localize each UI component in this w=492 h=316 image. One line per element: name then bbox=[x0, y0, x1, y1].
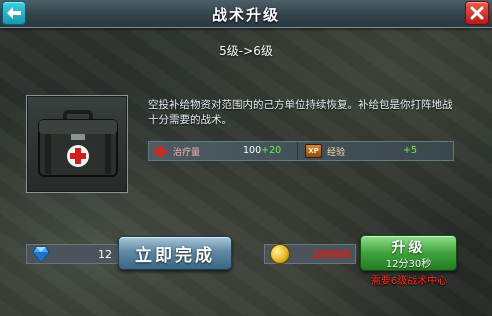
heal-icon bbox=[154, 145, 167, 158]
page-title: 战术升级 bbox=[211, 6, 280, 24]
tactic-description: 空投补给物资对范围内的己方单位持续恢复。补给包是你打阵地战十分需要的战术。 bbox=[148, 99, 453, 126]
gold-cost: 20000 bbox=[311, 248, 350, 261]
heal-base: 100 bbox=[243, 145, 262, 156]
close-icon bbox=[470, 6, 484, 20]
heal-label: 治疗量 bbox=[173, 148, 201, 158]
header-bar: 战术升级 bbox=[0, 0, 492, 28]
heal-bonus: +20 bbox=[261, 145, 282, 156]
item-portrait bbox=[26, 95, 128, 193]
diamond-icon bbox=[32, 246, 50, 263]
exp-bonus: +5 bbox=[403, 145, 418, 156]
exp-icon: XP bbox=[305, 144, 322, 158]
medkit-icon bbox=[38, 110, 118, 177]
upgrade-label: 升级 bbox=[391, 240, 426, 256]
upgrade-time: 12分30秒 bbox=[385, 259, 432, 270]
stat-row: 治疗量 100+20 XP 经验 +5 bbox=[148, 141, 454, 161]
exp-label: 经验 bbox=[327, 148, 346, 158]
stat-divider bbox=[297, 142, 298, 160]
instant-complete-button[interactable]: 立即完成 bbox=[118, 236, 232, 270]
gem-count: 12 bbox=[98, 248, 112, 261]
requirement-text: 需要6级战术中心 bbox=[370, 276, 448, 287]
heal-value: 100+20 bbox=[243, 145, 281, 156]
gold-coin-icon bbox=[270, 244, 290, 264]
upgrade-button[interactable]: 升级 12分30秒 bbox=[360, 235, 457, 271]
level-transition: 5级->6级 bbox=[219, 44, 273, 58]
close-button[interactable] bbox=[465, 1, 489, 25]
